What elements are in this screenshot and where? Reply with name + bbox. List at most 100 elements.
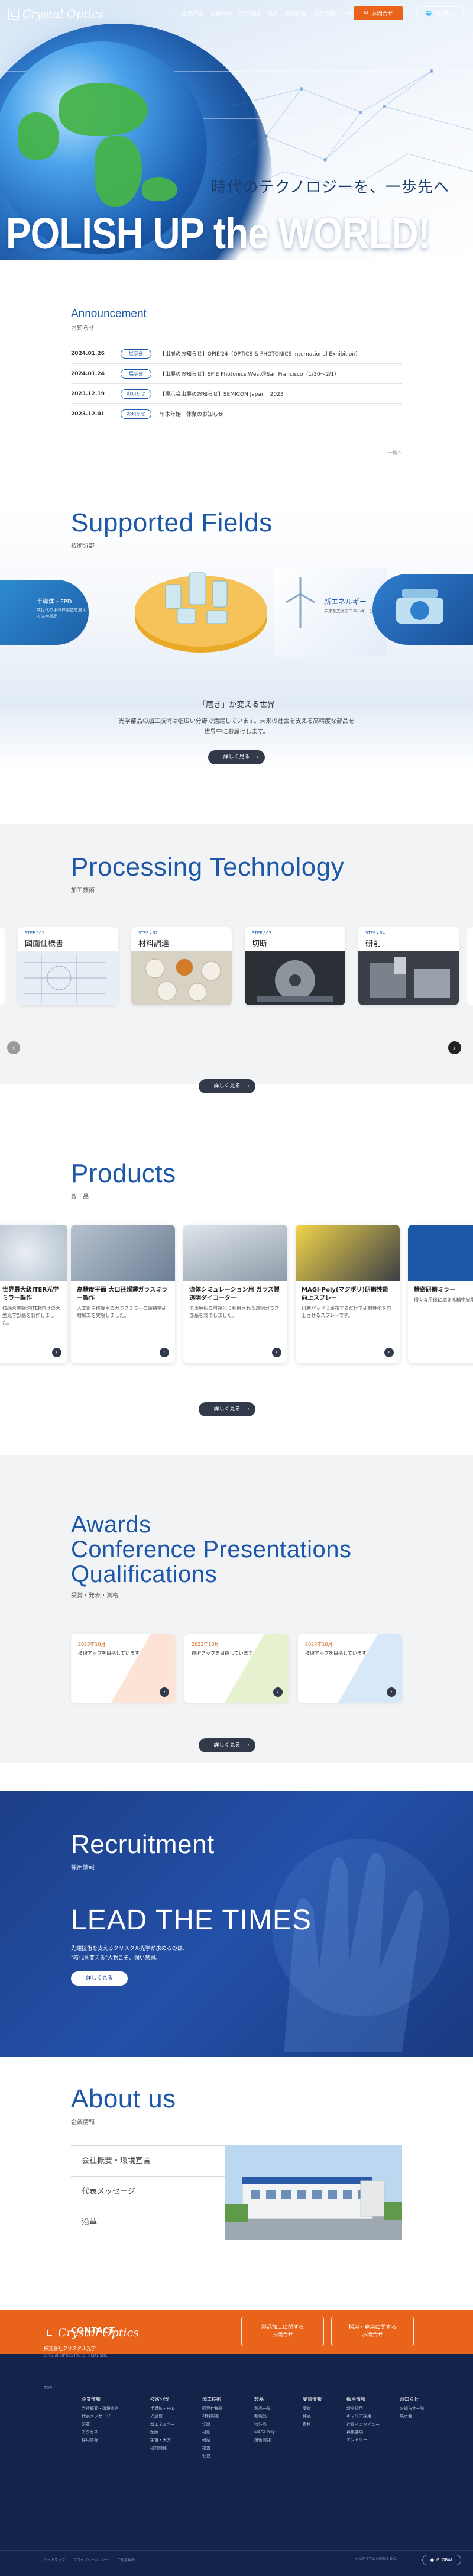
step-name: 図面仕様書 bbox=[25, 940, 64, 948]
footer-link[interactable]: 新製品 bbox=[254, 2413, 275, 2420]
carousel-prev-button[interactable]: ‹ bbox=[7, 1041, 20, 1054]
footer-link[interactable]: 材料調達 bbox=[202, 2413, 223, 2420]
footer-col-head[interactable]: 採用情報 bbox=[346, 2395, 380, 2404]
footer-legal-link[interactable]: プライバシーポリシー bbox=[73, 2557, 109, 2562]
footer-link[interactable]: 研磨 bbox=[202, 2436, 223, 2444]
footer-link[interactable]: 沿革 bbox=[82, 2421, 119, 2429]
footer-link[interactable]: 採用情報 bbox=[82, 2436, 119, 2444]
footer-legal-link[interactable]: ご利用規約 bbox=[117, 2557, 135, 2562]
footer-link[interactable]: 資格 bbox=[303, 2421, 322, 2429]
footer-link[interactable]: 発表 bbox=[303, 2413, 322, 2420]
footer-link[interactable]: 光通信 bbox=[150, 2413, 175, 2420]
award-card[interactable]: 2023年10月 技術アップを目指しています › bbox=[298, 1634, 402, 1703]
announcement-item[interactable]: 2023.12.19 お知らせ 【展示会出展のお知らせ】SEMICON Japa… bbox=[71, 384, 402, 404]
contact-button[interactable]: ✉ お問合せ bbox=[354, 6, 403, 20]
product-card[interactable]: 高精度平面 大口径超薄ガラスミラー製作 人工衛星搭載用のガラスミラーの超精密研磨… bbox=[71, 1225, 175, 1363]
step-card[interactable]: STEP / 03 切断 bbox=[245, 927, 345, 1005]
awards-section: Awards Conference Presentations Qualific… bbox=[0, 1455, 473, 1763]
about-menu-item[interactable]: 沿革 bbox=[71, 2207, 237, 2238]
footer-link[interactable]: 特注品 bbox=[254, 2421, 275, 2429]
recruit-more-button[interactable]: 詳しく見る bbox=[71, 1971, 128, 1986]
step-card[interactable]: STEP / 01 図面仕様書 bbox=[18, 927, 118, 1005]
footer-link[interactable]: 梱包 bbox=[202, 2452, 223, 2460]
footer-link[interactable]: 宇宙・天文 bbox=[150, 2436, 175, 2444]
processing-section: Processing Technology 加工技術 STEP / 01 図面仕… bbox=[0, 824, 473, 1093]
about-heading: About us 企業情報 bbox=[71, 2084, 176, 2126]
nav-item-processing[interactable]: 加工技術 bbox=[239, 9, 260, 17]
about-menu-item[interactable]: 代表メッセージ bbox=[71, 2177, 237, 2207]
nav-item-company[interactable]: 企業情報 bbox=[182, 9, 203, 17]
global-button[interactable]: 🌐 GLOBAL bbox=[416, 6, 464, 20]
product-card[interactable]: 精密研磨ミラー 様々な用途に応える精密光学部品。 bbox=[408, 1225, 473, 1363]
footer-global-button[interactable]: ● GLOBAL bbox=[422, 2555, 461, 2565]
announcement-item[interactable]: 2024.01.26 展示会 【出展のお知らせ】OPIE'24（OPTICS &… bbox=[71, 344, 402, 364]
footer-link[interactable]: アクセス bbox=[82, 2429, 119, 2436]
footer-link[interactable]: 検査 bbox=[202, 2445, 223, 2452]
footer-link[interactable]: お知らせ一覧 bbox=[400, 2405, 425, 2413]
field-card-energy[interactable]: 新エネルギー 未来を支えるエネルギー分野 bbox=[274, 568, 387, 657]
footer-link[interactable]: 半導体・FPD bbox=[150, 2405, 175, 2413]
footer-col-head[interactable]: 受賞情報 bbox=[303, 2395, 322, 2404]
logo-text: Crystal Optics bbox=[22, 8, 104, 21]
footer-col-head[interactable]: 加工技術 bbox=[202, 2395, 223, 2404]
footer-link[interactable]: 募集要項 bbox=[346, 2429, 380, 2436]
footer-logo[interactable]: Crystal Optics bbox=[44, 2326, 139, 2339]
footer-link[interactable]: 製品一覧 bbox=[254, 2405, 275, 2413]
site-logo[interactable]: Crystal Optics bbox=[8, 7, 103, 21]
fields-desc-title: 「磨き」が変える世界 bbox=[198, 701, 275, 709]
footer-link[interactable]: 代表メッセージ bbox=[82, 2413, 119, 2420]
footer-link[interactable]: 新エネルギー bbox=[150, 2421, 175, 2429]
product-card[interactable]: 流体シミュレーション用 ガラス製透明ダイコーター 流体解析の可視化に利用される透… bbox=[183, 1225, 287, 1363]
product-card[interactable]: 世界最大級ITER光学ミラー製作 核融合実験炉ITER向けの大型光学部品を製作し… bbox=[0, 1225, 67, 1363]
footer-link[interactable]: 社員インタビュー bbox=[346, 2421, 380, 2429]
product-inquiry-button[interactable]: 製品加工に関する お問合せ bbox=[241, 2317, 324, 2346]
fields-more-button[interactable]: 詳しく見る bbox=[208, 750, 265, 764]
awards-heading: Awards Conference Presentations Qualific… bbox=[71, 1512, 352, 1599]
processing-more-button[interactable]: 詳しく見る bbox=[199, 1079, 255, 1093]
products-more-button[interactable]: 詳しく見る bbox=[199, 1402, 255, 1416]
footer-link[interactable]: 受賞 bbox=[303, 2405, 322, 2413]
nav-item-fields[interactable]: 技術分野 bbox=[210, 9, 232, 17]
footer-col: 製品 製品一覧 新製品 特注品 MAGI-Poly 技術開発 bbox=[254, 2395, 275, 2445]
footer-link[interactable]: 研削 bbox=[202, 2429, 223, 2436]
field-card-semiconductor[interactable]: 半導体・FPD 次世代の半導体製造を支える光学部品 bbox=[0, 580, 89, 645]
recruit-inquiry-button[interactable]: 採用・雇用に関する お問合せ bbox=[331, 2317, 414, 2346]
nav-item-awards[interactable]: 受賞情報 bbox=[285, 9, 306, 17]
awards-more-button[interactable]: 詳しく見る bbox=[199, 1738, 255, 1752]
nav-item-recruit[interactable]: 採用情報 bbox=[313, 9, 335, 17]
about-menu-item[interactable]: 会社概要・環境宣言 bbox=[71, 2146, 237, 2177]
footer-col-head[interactable]: お知らせ bbox=[400, 2395, 425, 2404]
announcement-text: 年末年始 休業のお知らせ bbox=[160, 412, 223, 418]
field-center-image[interactable] bbox=[130, 561, 272, 661]
footer-link[interactable]: MAGI-Poly bbox=[254, 2429, 275, 2436]
footer-link[interactable]: エントリー bbox=[346, 2436, 380, 2444]
step-card[interactable]: STEP / 02 材料調達 bbox=[131, 927, 232, 1005]
footer-link[interactable]: キャリア採用 bbox=[346, 2413, 380, 2420]
footer-link[interactable]: 新卒採用 bbox=[346, 2405, 380, 2413]
award-card[interactable]: 2023年10月 技術アップを目指しています › bbox=[71, 1634, 175, 1703]
arrow-right-icon: › bbox=[387, 1687, 396, 1697]
field-card-equipment[interactable] bbox=[372, 574, 473, 645]
footer-link[interactable]: 切断 bbox=[202, 2421, 223, 2429]
footer-link[interactable]: 図面仕様書 bbox=[202, 2405, 223, 2413]
announcement-list-link[interactable]: 一覧へ bbox=[388, 450, 402, 456]
award-card[interactable]: 2023年10月 技術アップを目指しています › bbox=[184, 1634, 289, 1703]
supported-fields-section: Supported Fields 技術分野 半導体・FPD 次世代の半導体製造を… bbox=[0, 508, 473, 769]
product-card[interactable]: MAGI-Poly(マジポリ)研磨性能向上スプレー 研磨パッドに塗布するだけで研… bbox=[296, 1225, 400, 1363]
step-card[interactable]: STEP / 04 研削 bbox=[358, 927, 459, 1005]
footer-col-head[interactable]: 技術分野 bbox=[150, 2395, 175, 2404]
footer-link[interactable]: 研究開発 bbox=[150, 2445, 175, 2452]
footer-link[interactable]: 会社概要・環境宣言 bbox=[82, 2405, 119, 2413]
product-title: MAGI-Poly(マジポリ)研磨性能向上スプレー bbox=[302, 1287, 389, 1302]
footer-link[interactable]: 技術開発 bbox=[254, 2436, 275, 2444]
footer-legal-link[interactable]: サイトマップ bbox=[44, 2557, 65, 2562]
footer-col-head[interactable]: 製品 bbox=[254, 2395, 275, 2404]
footer-link[interactable]: 医療 bbox=[150, 2429, 175, 2436]
footer-col-head[interactable]: 企業情報 bbox=[82, 2395, 119, 2404]
nav-item-products[interactable]: 製品 bbox=[267, 9, 278, 17]
announcement-item[interactable]: 2024.01.24 展示会 【出展のお知らせ】SPIE Photonics W… bbox=[71, 364, 402, 384]
wind-turbine-icon bbox=[286, 577, 315, 628]
footer-link[interactable]: 展示会 bbox=[400, 2413, 425, 2420]
carousel-next-button[interactable]: › bbox=[448, 1041, 461, 1054]
announcement-item[interactable]: 2023.12.01 お知らせ 年末年始 休業のお知らせ bbox=[71, 404, 402, 424]
